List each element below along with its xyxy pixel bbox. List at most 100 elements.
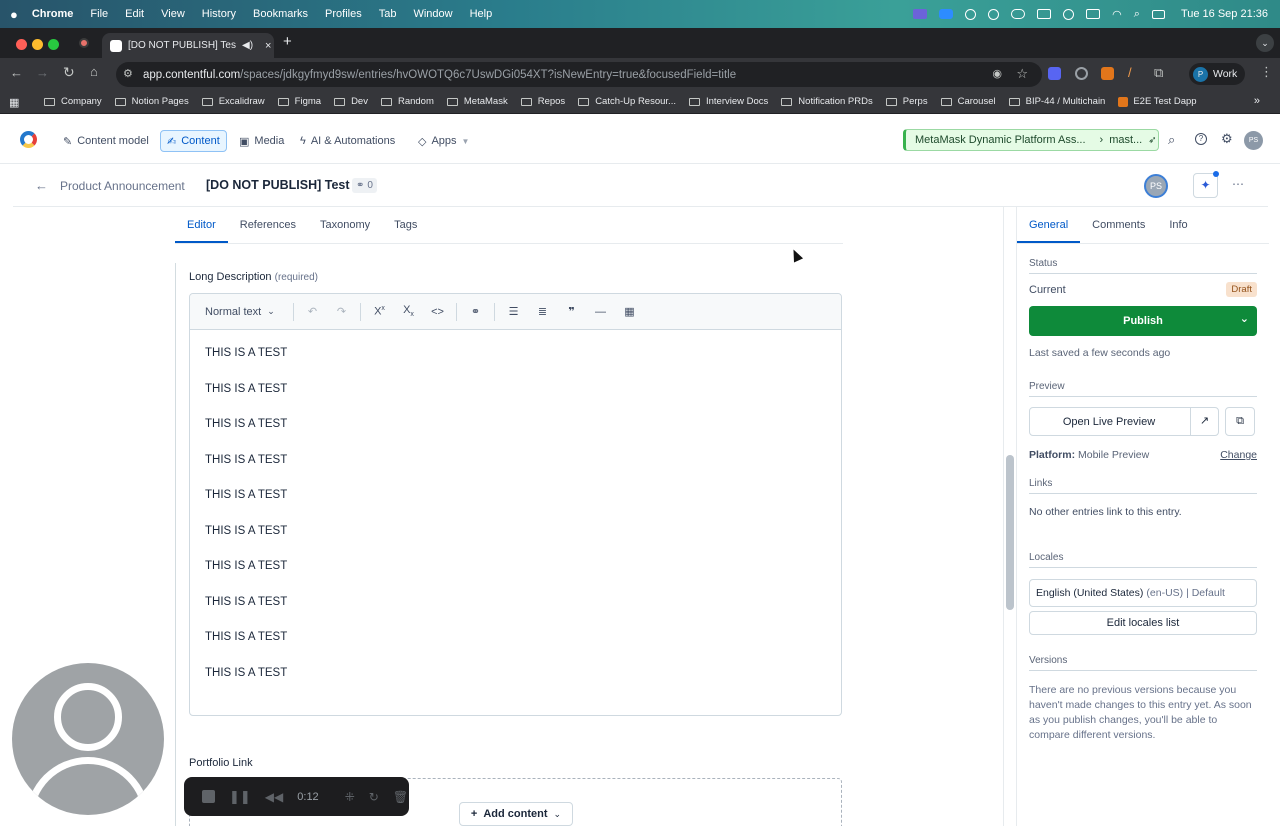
references-count-badge[interactable]: ⚭ 0 xyxy=(352,178,377,193)
contentful-logo-icon[interactable] xyxy=(20,131,37,148)
superscript-icon[interactable]: Xx xyxy=(365,305,394,318)
menu-tab[interactable]: Tab xyxy=(379,8,397,20)
back-arrow-icon[interactable]: ← xyxy=(35,178,48,193)
bookmark-star-icon[interactable]: ☆ xyxy=(1016,66,1028,82)
quote-icon[interactable]: ❞ xyxy=(557,305,586,318)
add-content-button[interactable]: + Add content ⌄ xyxy=(459,802,573,826)
bookmark-catch-up[interactable]: Catch-Up Resour... xyxy=(578,96,676,107)
back-icon[interactable]: ← xyxy=(10,65,23,80)
numbered-list-icon[interactable]: ≣ xyxy=(528,305,557,318)
paragraph[interactable]: THIS IS A TEST xyxy=(205,418,287,430)
menu-window[interactable]: Window xyxy=(413,8,452,20)
code-icon[interactable]: <> xyxy=(423,306,452,318)
control-center-icon[interactable] xyxy=(1151,9,1165,19)
more-options-icon[interactable]: ⋯ xyxy=(1232,177,1244,191)
entry-user-avatar[interactable]: PS xyxy=(1144,174,1168,198)
bookmark-interview-docs[interactable]: Interview Docs xyxy=(688,96,768,107)
tab-general[interactable]: General xyxy=(1017,207,1081,243)
menu-edit[interactable]: Edit xyxy=(125,8,144,20)
extension-icon-1[interactable] xyxy=(1048,67,1061,80)
search-icon[interactable]: ⌕ xyxy=(1168,132,1175,148)
publish-button[interactable]: Publish ⌄ xyxy=(1029,306,1257,336)
new-tab-button[interactable]: + xyxy=(283,33,292,50)
tab-editor[interactable]: Editor xyxy=(175,207,228,243)
close-window-button[interactable] xyxy=(16,39,27,50)
rewind-icon[interactable]: ◀◀ xyxy=(265,790,283,804)
undo-icon[interactable]: ↶ xyxy=(298,305,327,318)
paragraph[interactable]: THIS IS A TEST xyxy=(205,596,287,608)
zoom-icon[interactable] xyxy=(939,9,954,19)
tab-tags[interactable]: Tags xyxy=(382,207,429,243)
nav-content[interactable]: ✍ Content xyxy=(160,130,227,152)
open-live-preview-button[interactable]: Open Live Preview ↗ xyxy=(1029,407,1219,436)
hide-eye-icon[interactable]: ◉ xyxy=(992,67,1002,80)
nav-content-model[interactable]: ✎ Content model xyxy=(57,130,155,152)
bookmark-perps[interactable]: Perps xyxy=(885,96,928,107)
nav-ai-automations[interactable]: ϟ AI & Automations xyxy=(294,130,401,152)
browser-tab-active[interactable]: [DO NOT PUBLISH] Test ◀) × xyxy=(102,33,274,58)
editor-scrollbar[interactable] xyxy=(1006,455,1014,610)
bookmark-metamask[interactable]: MetaMask xyxy=(446,96,508,107)
battery-icon[interactable] xyxy=(1086,9,1101,19)
hyperlink-icon[interactable]: ⚭ xyxy=(461,305,490,318)
site-info-icon[interactable]: ⚙ xyxy=(123,67,133,80)
wifi-icon[interactable]: ◠ xyxy=(1112,8,1122,21)
cloud-icon[interactable] xyxy=(1011,9,1026,19)
stop-recording-icon[interactable] xyxy=(202,790,215,803)
forward-icon[interactable]: → xyxy=(36,65,49,80)
extensions-puzzle-icon[interactable]: ⧉ xyxy=(1154,65,1163,81)
home-icon[interactable]: ⌂ xyxy=(90,64,98,79)
bulleted-list-icon[interactable]: ☰ xyxy=(499,305,528,318)
help-icon[interactable]: ? xyxy=(1195,133,1207,145)
browser-menu-icon[interactable]: ⋮ xyxy=(1260,64,1273,80)
text-format-select[interactable]: Normal text ⌄ xyxy=(205,306,293,318)
external-link-icon[interactable]: ↗ xyxy=(1190,408,1218,435)
bookmark-figma[interactable]: Figma xyxy=(277,96,321,107)
edit-locales-button[interactable]: Edit locales list xyxy=(1029,611,1257,635)
pause-recording-icon[interactable]: ❚❚ xyxy=(229,789,251,805)
apps-grid-icon[interactable]: ▦ xyxy=(9,96,19,109)
tab-info[interactable]: Info xyxy=(1157,207,1199,243)
address-bar[interactable]: ⚙ app.contentful.com/spaces/jdkgyfmyd9sw… xyxy=(116,62,1042,87)
content-type-breadcrumb[interactable]: Product Announcement xyxy=(60,179,185,193)
nav-apps[interactable]: ◇ Apps ▼ xyxy=(412,130,475,152)
paragraph[interactable]: THIS IS A TEST xyxy=(205,560,287,572)
screen-record-icon[interactable] xyxy=(913,9,928,19)
restart-icon[interactable]: ↻ xyxy=(369,790,379,804)
paragraph[interactable]: THIS IS A TEST xyxy=(205,489,287,501)
bookmark-company[interactable]: Company xyxy=(44,96,102,107)
user-avatar[interactable]: PS xyxy=(1244,131,1263,150)
menu-profiles[interactable]: Profiles xyxy=(325,8,362,20)
rich-text-editor[interactable]: Normal text ⌄ ↶ ↷ Xx Xx <> ⚭ ☰ ≣ ❞ — ▦ T… xyxy=(189,293,842,716)
menu-file[interactable]: File xyxy=(90,8,108,20)
tab-references[interactable]: References xyxy=(228,207,308,243)
change-platform-link[interactable]: Change xyxy=(1220,449,1257,461)
locale-field[interactable]: English (United States) (en-US) | Defaul… xyxy=(1029,579,1257,607)
spotlight-icon[interactable]: ⌕ xyxy=(1134,8,1140,21)
paragraph[interactable]: THIS IS A TEST xyxy=(205,667,287,679)
paragraph[interactable]: THIS IS A TEST xyxy=(205,631,287,643)
publish-menu-chevron-icon[interactable]: ⌄ xyxy=(1240,312,1249,325)
extension-icon-4[interactable]: / xyxy=(1128,65,1132,80)
nav-media[interactable]: ▣ Media xyxy=(233,130,290,152)
bookmark-carousel[interactable]: Carousel xyxy=(940,96,996,107)
bookmarks-overflow-icon[interactable]: » xyxy=(1254,95,1260,107)
bookmark-dev[interactable]: Dev xyxy=(334,96,368,107)
bookmark-notification-prds[interactable]: Notification PRDs xyxy=(781,96,873,107)
reload-icon[interactable]: ↻ xyxy=(63,64,75,81)
paragraph[interactable]: THIS IS A TEST xyxy=(205,347,287,359)
maximize-window-button[interactable] xyxy=(48,39,59,50)
play-icon[interactable] xyxy=(1063,8,1075,20)
keyboard-icon[interactable] xyxy=(1037,9,1052,19)
minimize-window-button[interactable] xyxy=(32,39,43,50)
subscript-icon[interactable]: Xx xyxy=(394,304,423,318)
speaker-icon[interactable]: ◀) xyxy=(242,40,253,51)
menu-clock[interactable]: Tue 16 Sep 21:36 xyxy=(1181,8,1268,20)
copy-preview-button[interactable]: ⧉ xyxy=(1225,407,1255,436)
apple-icon[interactable]: ● xyxy=(10,7,18,22)
chatgpt-icon[interactable] xyxy=(988,8,1000,20)
grid-icon[interactable]: ⁜ xyxy=(345,790,355,804)
bookmark-excalidraw[interactable]: Excalidraw xyxy=(201,96,265,107)
trash-icon[interactable]: 🗑 xyxy=(393,790,408,804)
menu-bookmarks[interactable]: Bookmarks xyxy=(253,8,308,20)
